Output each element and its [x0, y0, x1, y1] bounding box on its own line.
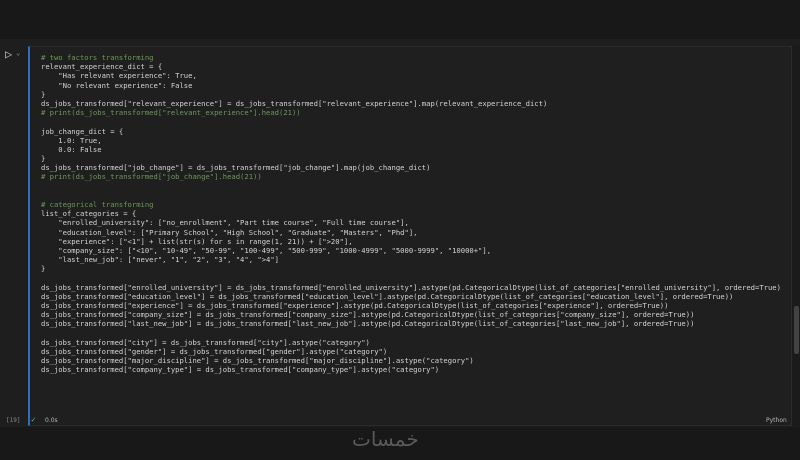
check-icon: ✓	[31, 415, 36, 424]
code-line: ds_jobs_transformed["last_new_job"] = ds…	[41, 319, 695, 329]
code-line: ds_jobs_transformed["enrolled_university…	[41, 282, 781, 292]
code-line: ds_jobs_transformed["major_discipline"] …	[41, 356, 474, 366]
code-line: "education_level": ["Primary School", "H…	[41, 227, 418, 237]
code-line: 1.0: True,	[41, 135, 102, 145]
code-line: # print(ds_jobs_transformed["relevant_ex…	[41, 108, 301, 118]
code-line: "company_size": ["<10", "10-49", "50-99"…	[41, 245, 492, 255]
code-line: "experience": ["<1"] + list(str(s) for s…	[41, 236, 353, 246]
language-label[interactable]: Python	[766, 417, 787, 424]
scrollbar-thumb[interactable]	[794, 306, 799, 354]
code-line: }	[41, 154, 46, 164]
code-line: ds_jobs_transformed["education_level"] =…	[41, 291, 734, 301]
code-line: ds_jobs_transformed["company_size"] = ds…	[41, 310, 695, 320]
code-line: ds_jobs_transformed["relevant_experience…	[41, 98, 548, 108]
code-line: ds_jobs_transformed["job_change"] = ds_j…	[41, 163, 431, 173]
code-line: "enrolled_university": ["no_enrollment",…	[41, 218, 409, 228]
code-line: relevant_experience_dict = {	[41, 62, 163, 72]
execution-count: [19]	[6, 417, 21, 424]
code-editor[interactable]: # two factors transforming relevant_exper…	[41, 53, 781, 417]
code-line: ds_jobs_transformed["company_type"] = ds…	[41, 365, 440, 375]
scrollbar-track[interactable]	[792, 45, 800, 426]
code-line: "No relevant experience": False	[41, 80, 193, 90]
code-line: 0.0: False	[41, 144, 102, 154]
watermark: خمسات	[352, 427, 419, 451]
top-band	[0, 0, 800, 39]
code-line: list_of_categories = {	[41, 209, 137, 219]
code-line: }	[41, 264, 46, 274]
execution-time: 0.0s	[45, 417, 58, 424]
code-line: # print(ds_jobs_transformed["job_change"…	[41, 172, 262, 182]
code-line: "last_new_job": ["never", "1", "2", "3",…	[41, 255, 279, 265]
code-line: # categorical transforming	[41, 200, 154, 209]
code-line: ds_jobs_transformed["city"] = ds_jobs_tr…	[41, 337, 370, 347]
code-line: }	[41, 89, 46, 99]
code-line: "Has relevant experience": True,	[41, 71, 197, 81]
code-line: ds_jobs_transformed["experience"] = ds_j…	[41, 301, 669, 311]
chevron-down-icon[interactable]: ⌄	[16, 49, 20, 57]
code-line: job_change_dict = {	[41, 126, 124, 136]
code-line: ds_jobs_transformed["gender"] = ds_jobs_…	[41, 347, 388, 356]
code-line: # two factors transforming	[41, 53, 154, 62]
